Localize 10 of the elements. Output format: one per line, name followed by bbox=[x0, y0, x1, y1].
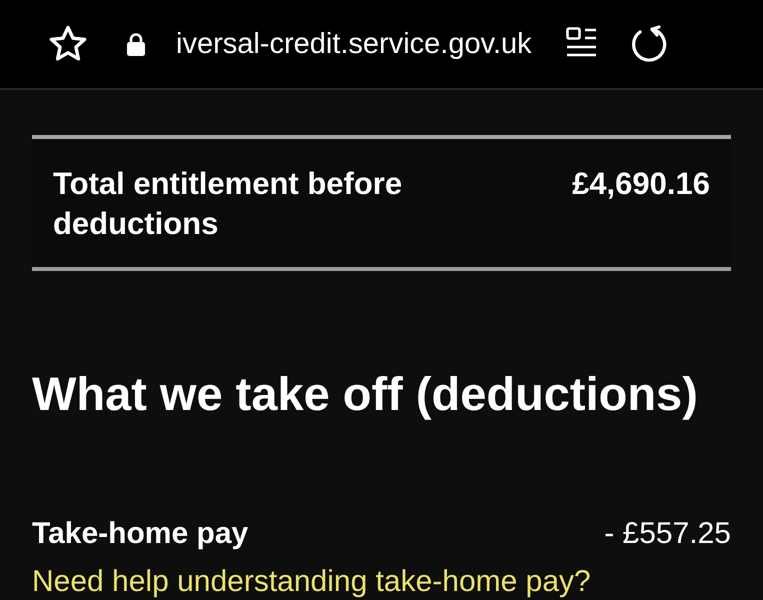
lock-icon[interactable] bbox=[126, 32, 146, 56]
deduction-label: Take-home pay bbox=[32, 516, 248, 552]
help-link[interactable]: Need help understanding take-home pay? bbox=[32, 566, 591, 598]
reload-icon[interactable] bbox=[630, 25, 668, 63]
deduction-amount: - £557.25 bbox=[604, 516, 731, 552]
summary-label: Total entitlement before deductions bbox=[53, 165, 404, 243]
summary-amount: £4,690.16 bbox=[572, 165, 710, 203]
address-bar-url[interactable]: iversal-credit.service.gov.uk bbox=[176, 26, 532, 62]
star-icon[interactable] bbox=[48, 25, 88, 63]
section-heading: What we take off (deductions) bbox=[32, 366, 699, 422]
